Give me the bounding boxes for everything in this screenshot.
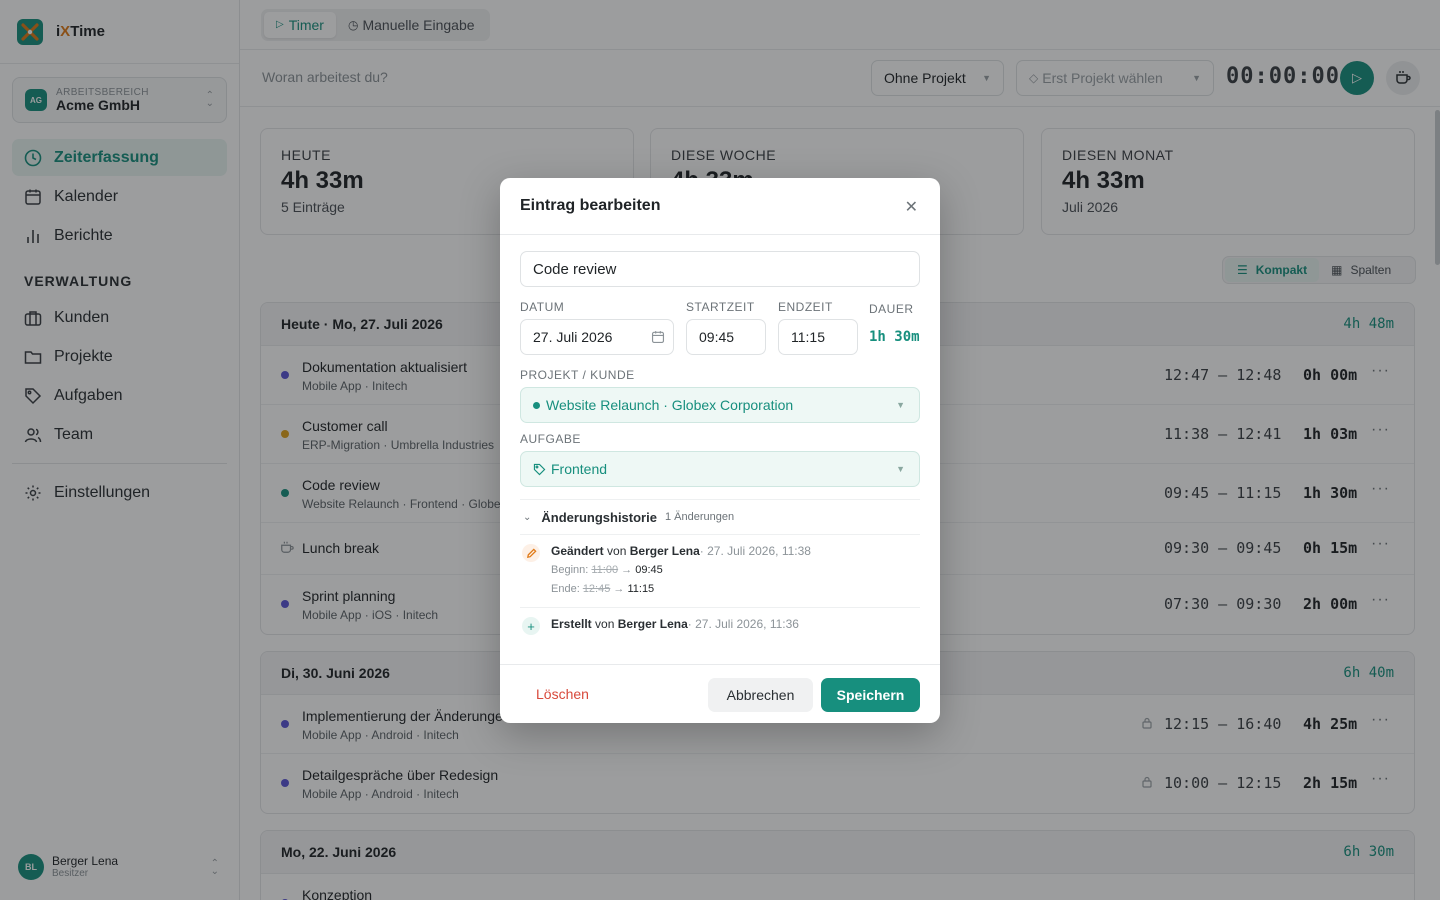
history-entry: + Erstellt von Berger Lena· 27. Juli 202… <box>520 617 920 647</box>
task-select[interactable]: Frontend ▼ <box>520 451 920 487</box>
date-field[interactable]: 27. Juli 2026 <box>520 319 674 355</box>
start-time-field[interactable]: 09:45 <box>686 319 766 355</box>
history-toggle[interactable]: ⌄ Änderungshistorie 1 Änderungen <box>520 499 920 535</box>
dialog-header: Eintrag bearbeiten ✕ <box>500 178 940 235</box>
description-field[interactable]: Code review <box>520 251 920 287</box>
task-label: AUFGABE <box>520 432 581 446</box>
save-button[interactable]: Speichern <box>821 678 920 712</box>
end-label: ENDZEIT <box>778 300 833 314</box>
chevron-down-icon: ⌄ <box>523 511 532 523</box>
cancel-button[interactable]: Abbrechen <box>708 678 813 712</box>
edit-entry-dialog: Eintrag bearbeiten ✕ Code review DATUM S… <box>500 178 940 723</box>
duration-label: DAUER <box>869 302 914 316</box>
calendar-icon <box>651 330 665 347</box>
start-label: STARTZEIT <box>686 300 755 314</box>
delete-button[interactable]: Löschen <box>536 686 589 702</box>
date-label: DATUM <box>520 300 565 314</box>
dialog-title: Eintrag bearbeiten <box>520 197 661 214</box>
tag-icon <box>533 463 546 476</box>
project-label: PROJEKT / KUNDE <box>520 368 635 382</box>
project-select[interactable]: Website Relaunch · Globex Corporation ▼ <box>520 387 920 423</box>
close-icon[interactable]: ✕ <box>905 197 918 217</box>
chevron-down-icon: ▼ <box>896 400 905 410</box>
chevron-down-icon: ▼ <box>896 464 905 474</box>
duration-value: 1h 30m <box>869 329 920 345</box>
plus-icon: + <box>522 617 540 635</box>
dialog-footer: Löschen Abbrechen Speichern <box>500 664 940 723</box>
history-entry: Geändert von Berger Lena· 27. Juli 2026,… <box>520 544 920 608</box>
end-time-field[interactable]: 11:15 <box>778 319 858 355</box>
pencil-icon <box>522 544 540 562</box>
project-dot <box>533 401 540 409</box>
